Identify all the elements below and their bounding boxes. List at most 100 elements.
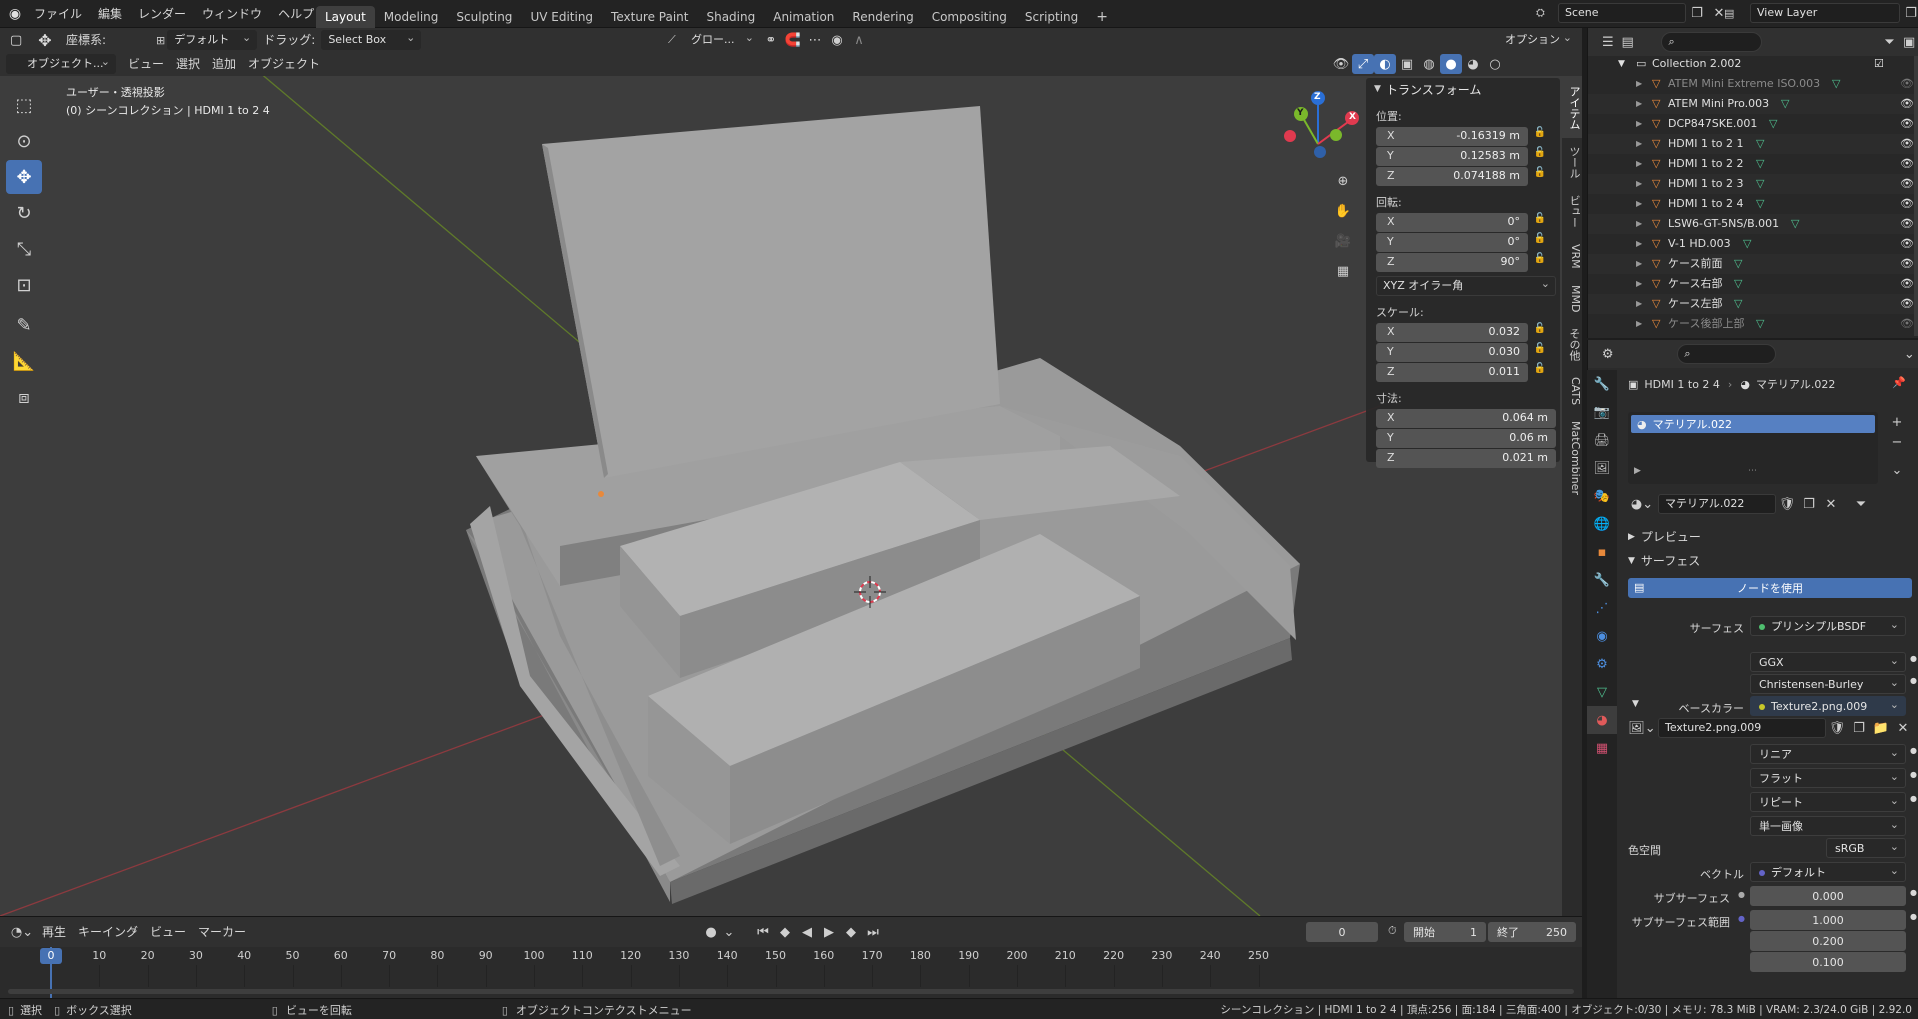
keying-set-icon[interactable]: ⌄ <box>722 922 736 942</box>
xray-icon[interactable]: ▣ <box>1396 54 1418 74</box>
tab-uv-editing[interactable]: UV Editing <box>521 6 602 28</box>
world-properties-icon[interactable]: 🌐 <box>1587 510 1617 538</box>
mesh-data-icon[interactable]: ▽ <box>1743 234 1751 254</box>
menu-object[interactable]: オブジェクト <box>242 54 326 74</box>
mesh-data-icon[interactable]: ▽ <box>1756 194 1764 214</box>
tab-sculpting[interactable]: Sculpting <box>447 6 521 28</box>
tab-tool[interactable]: ツール <box>1562 138 1582 187</box>
outliner-item[interactable]: ▶ ▽ HDMI 1 to 2 2 👁 ▽ <box>1588 154 1918 174</box>
orientation-dropdown[interactable]: デフォルト <box>167 30 258 50</box>
end-frame-field[interactable]: 終了 250 <box>1488 922 1576 942</box>
tool-select-icon[interactable]: ▢ <box>10 33 30 48</box>
visibility-eye-icon[interactable]: 👁 <box>1900 134 1914 154</box>
play-reverse-icon[interactable]: ◀ <box>796 922 818 942</box>
menu-window[interactable]: ウィンドウ <box>194 0 270 28</box>
material-link-icon[interactable]: ⏷ <box>1850 494 1872 514</box>
data-properties-icon[interactable]: ▽ <box>1587 678 1617 706</box>
subsurface-method-dropdown[interactable]: Christensen-Burley <box>1750 674 1906 694</box>
location-y-field[interactable]: Y 0.12583 m <box>1376 147 1528 166</box>
snap-target-icon[interactable]: ⋯ <box>804 30 826 50</box>
location-x-field[interactable]: X -0.16319 m <box>1376 127 1528 146</box>
fake-user-icon[interactable]: 🛡 <box>1776 494 1798 514</box>
menu-view[interactable]: ビュー <box>122 54 170 74</box>
outliner-item[interactable]: ▶ ▽ DCP847SKE.001 👁 ▽ <box>1588 114 1918 134</box>
subsurface-radius-z-field[interactable]: 0.100 <box>1750 952 1906 972</box>
expand-icon[interactable]: ▶ <box>1636 194 1642 214</box>
expand-icon[interactable]: ▶ <box>1636 114 1642 134</box>
tab-animation[interactable]: Animation <box>764 6 843 28</box>
lock-icon[interactable]: 🔓 <box>1532 147 1548 166</box>
outliner-item[interactable]: ▶ ▽ ケース右部 👁 ▽ <box>1588 274 1918 294</box>
tab-matcombiner[interactable]: MatCombiner <box>1562 413 1582 503</box>
menu-select[interactable]: 選択 <box>170 54 206 74</box>
mesh-data-icon[interactable]: ▽ <box>1734 274 1742 294</box>
material-shading-icon[interactable]: ◕ <box>1462 54 1484 74</box>
expand-icon[interactable]: ▶ <box>1636 314 1642 334</box>
outliner-item[interactable]: ▶ ▽ LSW6-GT-5NS/B.001 👁 ▽ <box>1588 214 1918 234</box>
3d-viewport[interactable]: Z Y X ユーザー・透視投影 (0) シーンコレクション | HDMI 1 t… <box>0 76 1582 916</box>
image-name-field[interactable]: Texture2.png.009 <box>1658 718 1826 738</box>
extension-dropdown[interactable]: リピート <box>1750 792 1906 812</box>
tab-shading[interactable]: Shading <box>697 6 764 28</box>
next-keyframe-icon[interactable]: ◆ <box>840 922 862 942</box>
tab-mmd[interactable]: MMD <box>1562 277 1582 320</box>
jump-start-icon[interactable]: ⏮ <box>752 922 774 942</box>
outliner-item[interactable]: ▶ ▽ ケース左部 👁 ▽ <box>1588 294 1918 314</box>
menu-edit[interactable]: 編集 <box>90 0 130 28</box>
duplicate-material-icon[interactable]: ❐ <box>1798 494 1820 514</box>
modifier-properties-icon[interactable]: 🔧 <box>1587 566 1617 594</box>
tab-scripting[interactable]: Scripting <box>1016 6 1087 28</box>
rotation-y-field[interactable]: Y 0° <box>1376 233 1528 252</box>
outliner-item[interactable]: ▶ ▽ ケース前面 👁 ▽ <box>1588 254 1918 274</box>
material-properties-icon[interactable]: ◕ <box>1587 706 1617 734</box>
editor-type-icon[interactable]: ☰ <box>1598 32 1618 52</box>
constraints-properties-icon[interactable]: ⚙ <box>1587 650 1617 678</box>
scale-tool-icon[interactable]: ⤡ <box>6 232 42 266</box>
record-icon[interactable]: ● <box>700 922 722 942</box>
outliner-item[interactable]: ▶ ▽ HDMI 1 to 2 1 👁 ▽ <box>1588 134 1918 154</box>
select-box-tool-icon[interactable]: ⬚ <box>6 88 42 122</box>
outliner-item[interactable]: ▶ ▽ ATEM Mini Pro.003 👁 ▽ <box>1588 94 1918 114</box>
tab-compositing[interactable]: Compositing <box>923 6 1016 28</box>
zoom-icon[interactable]: ⊕ <box>1330 168 1356 194</box>
visibility-eye-icon[interactable]: 👁 <box>1900 154 1914 174</box>
particles-properties-icon[interactable]: ⋰ <box>1587 594 1617 622</box>
physics-properties-icon[interactable]: ◉ <box>1587 622 1617 650</box>
new-collection-icon[interactable]: ▣ <box>1899 32 1918 52</box>
scale-z-field[interactable]: Z 0.011 <box>1376 363 1528 382</box>
proportional-falloff-icon[interactable]: ∧ <box>848 30 870 50</box>
snap-icon[interactable]: 🧲 <box>782 30 804 50</box>
pan-hand-icon[interactable]: ✋ <box>1330 198 1356 224</box>
expand-icon[interactable]: ▶ <box>1636 214 1642 234</box>
mesh-data-icon[interactable]: ▽ <box>1734 294 1742 314</box>
expand-icon[interactable]: ▶ <box>1636 254 1642 274</box>
browse-image-icon[interactable]: 🖼⌄ <box>1628 718 1656 738</box>
open-image-icon[interactable]: 📁 <box>1870 718 1892 738</box>
view-layer-properties-icon[interactable]: 🖼 <box>1587 454 1617 482</box>
subsurface-value-field[interactable]: 0.000 <box>1750 886 1906 906</box>
proportional-edit-icon[interactable]: ◉ <box>826 30 848 50</box>
expand-icon[interactable]: ▶ <box>1636 274 1642 294</box>
mesh-data-icon[interactable]: ▽ <box>1781 94 1789 114</box>
projection-dropdown[interactable]: フラット <box>1750 768 1906 788</box>
expand-icon[interactable]: ▶ <box>1636 94 1642 114</box>
image-fake-user-icon[interactable]: 🛡 <box>1826 718 1848 738</box>
keyframe-dot-icon[interactable]: ● <box>1910 912 1917 921</box>
lock-icon[interactable]: 🔓 <box>1532 127 1548 146</box>
unlink-image-icon[interactable]: ✕ <box>1892 718 1914 738</box>
dimensions-y-field[interactable]: Y 0.06 m <box>1376 429 1556 448</box>
vector-field[interactable]: デフォルト <box>1750 862 1906 882</box>
base-color-texture-field[interactable]: Texture2.png.009 <box>1750 696 1906 716</box>
menu-file[interactable]: ファイル <box>26 0 90 28</box>
outliner-search-input[interactable]: ⌕ <box>1661 32 1762 52</box>
tab-texture-paint[interactable]: Texture Paint <box>602 6 697 28</box>
overlay-toggle-icon[interactable]: ◐ <box>1374 54 1396 74</box>
visibility-eye-icon[interactable]: 👁 <box>1900 274 1914 294</box>
mesh-data-icon[interactable]: ▽ <box>1791 214 1799 234</box>
add-slot-button[interactable]: + <box>1886 412 1908 432</box>
tab-item[interactable]: アイテム <box>1562 78 1582 138</box>
lock-icon[interactable]: 🔓 <box>1532 343 1548 362</box>
transform-orientation-dropdown[interactable]: グロー... <box>684 30 760 50</box>
surface-section-header[interactable]: ▼ サーフェス <box>1628 552 1700 569</box>
browse-material-icon[interactable]: ◕⌄ <box>1628 494 1656 514</box>
